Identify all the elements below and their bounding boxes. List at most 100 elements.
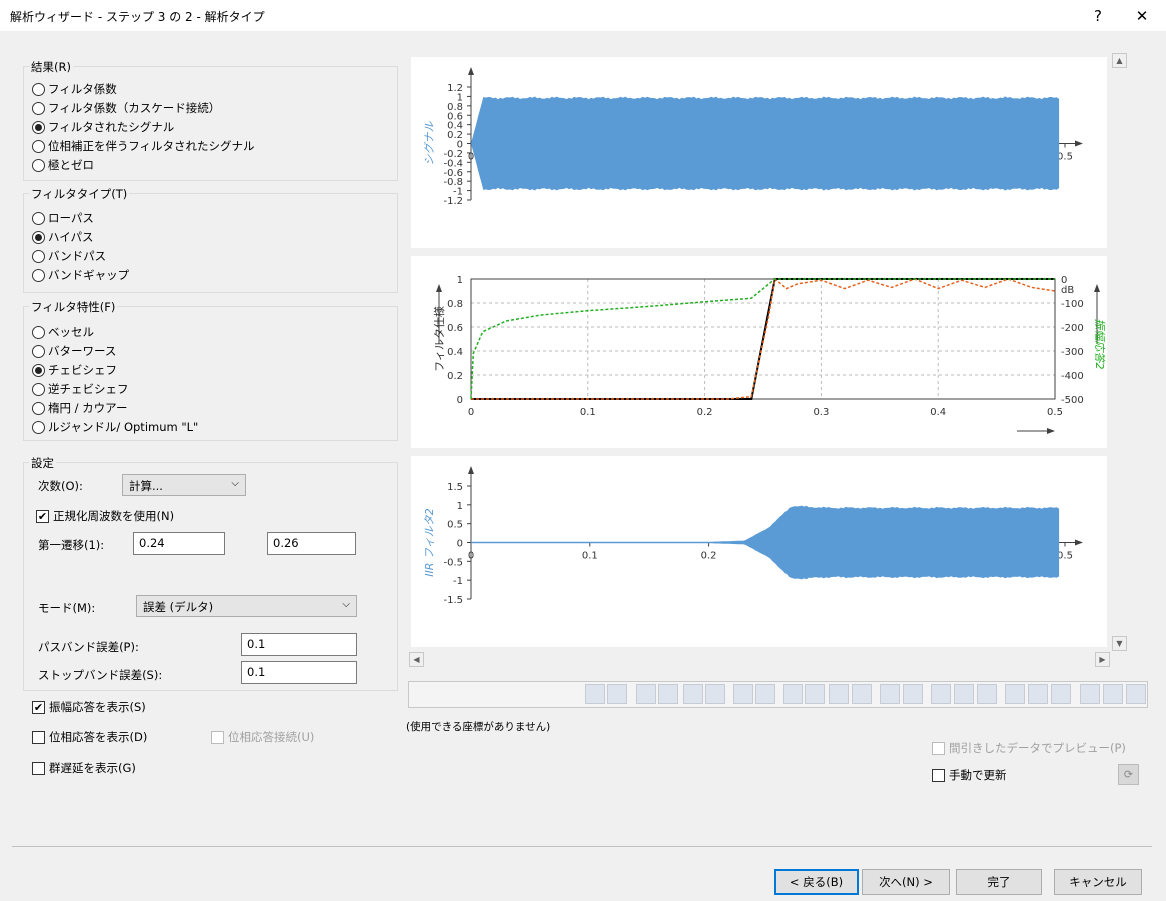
chevron-down-icon: ⌵: [231, 478, 239, 489]
check-icon: ✔: [32, 700, 45, 714]
scroll-left-icon[interactable]: ◀: [409, 652, 424, 667]
y-tick-label: 0.2: [447, 371, 463, 382]
zoom-out-icon[interactable]: [954, 684, 974, 704]
refresh-icon[interactable]: ⟳: [1118, 764, 1139, 785]
results-radio-3[interactable]: 位相補正を伴うフィルタされたシグナル: [32, 138, 255, 154]
phase-cascade-checkbox[interactable]: 位相応答接続(U): [211, 729, 314, 745]
stopband-label: ストップバンド誤差(S):: [38, 668, 163, 682]
peak1-icon[interactable]: [783, 684, 803, 704]
x-tick-label: 0: [468, 152, 474, 163]
radio-icon: [32, 325, 45, 339]
fit-icon[interactable]: [607, 684, 627, 704]
peak4-icon[interactable]: [852, 684, 872, 704]
y-tick-label: 1.5: [447, 482, 463, 493]
filter-type-radio-3[interactable]: バンドギャップ: [32, 267, 129, 283]
filter-icon[interactable]: [585, 684, 605, 704]
transition2-input[interactable]: 0.26: [267, 532, 356, 555]
grid-icon[interactable]: [705, 684, 725, 704]
rotate-cw-icon[interactable]: [636, 684, 656, 704]
filter-char-radio-4[interactable]: 楕円 / カウアー: [32, 400, 128, 416]
filter-char-radio-3[interactable]: 逆チェビシェフ: [32, 381, 129, 397]
y-tick-label: -1: [453, 576, 463, 587]
passband-input[interactable]: 0.1: [241, 633, 357, 656]
filter-char-radio-5[interactable]: ルジャンドル/ Optimum "L": [32, 419, 198, 435]
annotate2-icon[interactable]: [903, 684, 923, 704]
order-select[interactable]: 計算... ⌵: [122, 474, 246, 496]
fit1-icon[interactable]: [1080, 684, 1100, 704]
y2-tick-label: -200: [1061, 323, 1084, 334]
y-tick-label: 0: [457, 395, 463, 406]
filter-spec-chart: 10.80.60.40.200 0.1 0.2 0.3 0.4 0.50-100-200-…: [432, 275, 1106, 434]
y-tick-label: -0.5: [443, 557, 463, 568]
spec-line: [471, 278, 1055, 400]
horizontal-scrollbar[interactable]: [408, 651, 1111, 668]
cancel-button[interactable]: キャンセル: [1054, 869, 1142, 895]
chevron-down-icon: ⌵: [342, 599, 350, 610]
decimated-preview-checkbox[interactable]: 間引きしたデータでプレビュー(P): [932, 740, 1126, 756]
y-axis-label: シグナル: [423, 121, 436, 166]
normalized-checkbox[interactable]: ✔ 正規化周波数を使用(N): [36, 508, 174, 524]
results-radio-1[interactable]: フィルタ係数（カスケード接続）: [32, 100, 220, 116]
scroll-down-icon[interactable]: ▼: [1112, 636, 1127, 651]
zoom-in-icon[interactable]: [931, 684, 951, 704]
window-title: 解析ウィザード - ステップ 3 の 2 - 解析タイプ: [10, 10, 265, 24]
y-tick-label: 1: [457, 275, 463, 286]
y-axis-label: フィルタ仕様: [432, 306, 446, 372]
x-tick-label: 0: [468, 407, 474, 418]
add-point-icon[interactable]: [733, 684, 753, 704]
y-tick-label: 0.4: [447, 347, 463, 358]
results-radio-4[interactable]: 極とゼロ: [32, 157, 94, 173]
fit2-icon[interactable]: [1103, 684, 1123, 704]
scroll-up-icon[interactable]: ▲: [1112, 53, 1127, 68]
filter-char-radio-2[interactable]: チェビシェフ: [32, 362, 117, 378]
signal-chart: 1.210.80.60.40.20-0.2-0.4-0.6-0.8-1-1.20…: [423, 67, 1083, 207]
x-tick-label: 0.4: [930, 407, 946, 418]
next-button[interactable]: 次へ(N) >: [862, 869, 950, 895]
peak2-icon[interactable]: [805, 684, 825, 704]
filter-type-radio-0[interactable]: ローパス: [32, 210, 94, 226]
manual-update-checkbox[interactable]: 手動で更新: [932, 767, 1007, 783]
transition1-input[interactable]: 0.24: [133, 532, 225, 555]
annotate1-icon[interactable]: [880, 684, 900, 704]
filter-char-radio-0[interactable]: ベッセル: [32, 324, 94, 340]
back-button[interactable]: < 戻る(B): [774, 869, 859, 895]
y2-axis-arrow: [1094, 284, 1100, 292]
amp-response-checkbox[interactable]: ✔ 振幅応答を表示(S): [32, 699, 146, 715]
close-button[interactable]: ✕: [1119, 0, 1165, 31]
x-axis-arrow: [1075, 539, 1083, 546]
zoom-reset-icon[interactable]: [977, 684, 997, 704]
signal-area: [471, 505, 1060, 580]
phase-response-checkbox[interactable]: 位相応答を表示(D): [32, 729, 147, 745]
radio-icon: [32, 230, 45, 244]
filter-type-radio-1[interactable]: ハイパス: [32, 229, 94, 245]
filter-type-radio-2[interactable]: バンドパス: [32, 248, 106, 264]
scroll-right-icon[interactable]: ▶: [1095, 652, 1110, 667]
stopband-input[interactable]: 0.1: [241, 661, 357, 684]
rotate-ccw-icon[interactable]: [658, 684, 678, 704]
fill-icon[interactable]: [683, 684, 703, 704]
x-tick-label: 0.1: [582, 551, 598, 562]
cursor3-icon[interactable]: [1051, 684, 1071, 704]
finish-button[interactable]: 完了: [956, 869, 1042, 895]
title-bar: 解析ウィザード - ステップ 3 の 2 - 解析タイプ ? ✕: [0, 0, 1166, 31]
radio-icon: [32, 101, 45, 115]
cursor2-icon[interactable]: [1028, 684, 1048, 704]
cursor1-icon[interactable]: [1005, 684, 1025, 704]
help-button[interactable]: ?: [1075, 0, 1121, 31]
results-radio-0[interactable]: フィルタ係数: [32, 81, 117, 97]
wave-icon[interactable]: [755, 684, 775, 704]
group-delay-checkbox[interactable]: 群遅延を表示(G): [32, 760, 136, 776]
radio-icon: [32, 363, 45, 377]
y-axis-label: IIR フィルタ2: [423, 508, 436, 576]
results-radio-2[interactable]: フィルタされたシグナル: [32, 119, 174, 135]
vertical-scrollbar[interactable]: [1111, 52, 1128, 652]
y-tick-label: 0.8: [447, 299, 463, 310]
radio-icon: [32, 420, 45, 434]
filter-char-radio-1[interactable]: バターワース: [32, 343, 116, 359]
transition-label: 第一遷移(1):: [38, 538, 105, 552]
peak3-icon[interactable]: [829, 684, 849, 704]
fit3-icon[interactable]: [1126, 684, 1146, 704]
mode-select[interactable]: 誤差 (デルタ) ⌵: [136, 595, 357, 617]
y-tick-label: 0: [457, 539, 463, 550]
y2-tick-label: -400: [1061, 371, 1084, 382]
